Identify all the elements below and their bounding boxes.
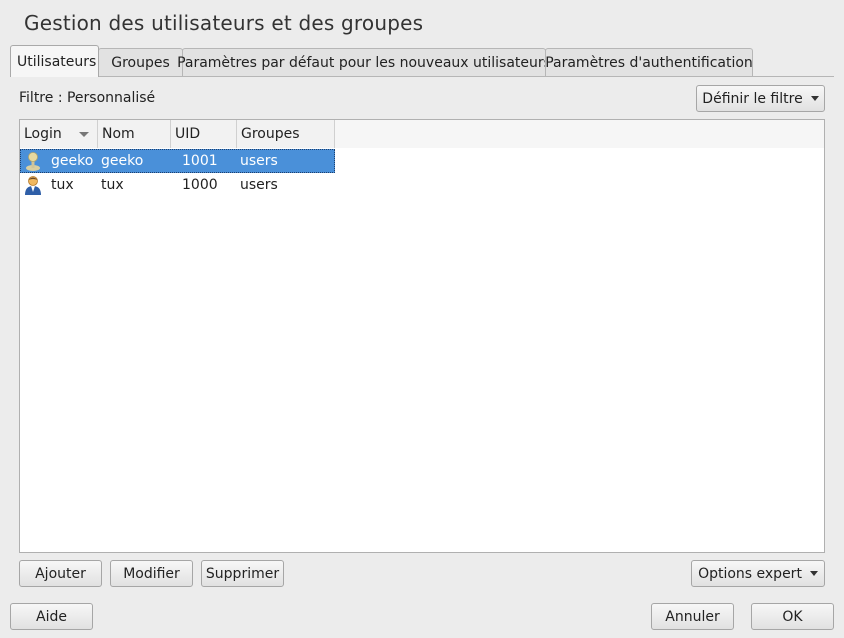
cell-login: tux <box>51 177 74 193</box>
column-header-uid-label: UID <box>175 126 201 142</box>
column-header-uid[interactable]: UID <box>171 120 237 148</box>
header-filler <box>335 120 824 148</box>
set-filter-label: Définir le filtre <box>702 90 803 107</box>
cell-name: tux <box>101 177 124 193</box>
column-header-name[interactable]: Nom <box>98 120 171 148</box>
tab-divider <box>10 76 834 77</box>
cell-uid: 1000 <box>182 177 218 193</box>
tab-users-label: Utilisateurs <box>17 53 97 70</box>
cell-name: geeko <box>101 153 144 169</box>
chevron-down-icon <box>810 96 819 101</box>
tab-bar: Utilisateurs Groupes Paramètres par défa… <box>10 45 753 77</box>
tab-groups[interactable]: Groupes <box>98 48 183 77</box>
help-label: Aide <box>36 608 67 625</box>
edit-user-button[interactable]: Modifier <box>110 560 193 587</box>
add-user-button[interactable]: Ajouter <box>19 560 102 587</box>
add-user-label: Ajouter <box>35 565 86 582</box>
cell-groups: users <box>240 177 278 193</box>
user-icon-geeko <box>26 152 40 171</box>
tab-authentication-settings[interactable]: Paramètres d'authentification <box>545 48 753 77</box>
tab-groups-label: Groupes <box>111 55 170 71</box>
column-header-groups-label: Groupes <box>241 126 300 142</box>
column-header-name-label: Nom <box>102 126 135 142</box>
edit-user-label: Modifier <box>123 565 180 582</box>
tab-new-user-defaults-label: Paramètres par défaut pour les nouveaux … <box>177 55 551 71</box>
set-filter-button[interactable]: Définir le filtre <box>696 85 825 112</box>
cancel-label: Annuler <box>665 608 720 625</box>
window-title: Gestion des utilisateurs et des groupes <box>24 11 424 35</box>
filter-label: Filtre : Personnalisé <box>19 90 156 106</box>
table-header: Login Nom UID Groupes <box>20 120 824 148</box>
delete-user-button[interactable]: Supprimer <box>201 560 284 587</box>
tab-new-user-defaults[interactable]: Paramètres par défaut pour les nouveaux … <box>177 48 551 77</box>
user-icon-tux <box>25 176 41 195</box>
column-header-login-label: Login <box>24 126 62 142</box>
help-button[interactable]: Aide <box>10 603 93 630</box>
chevron-down-icon <box>809 571 818 576</box>
users-table[interactable]: Login Nom UID Groupes geeko geeko 1001 u… <box>19 119 825 553</box>
column-header-groups[interactable]: Groupes <box>237 120 335 148</box>
cell-uid: 1001 <box>182 153 218 169</box>
column-header-login[interactable]: Login <box>20 120 98 148</box>
expert-options-label: Options expert <box>698 565 802 582</box>
sort-descending-icon <box>79 132 89 137</box>
table-row[interactable]: tux tux 1000 users <box>20 173 335 197</box>
tab-authentication-settings-label: Paramètres d'authentification <box>545 55 753 71</box>
cancel-button[interactable]: Annuler <box>651 603 734 630</box>
table-row[interactable]: geeko geeko 1001 users <box>20 149 335 173</box>
ok-label: OK <box>782 608 803 625</box>
cell-login: geeko <box>51 153 94 169</box>
tab-users[interactable]: Utilisateurs <box>10 45 99 77</box>
expert-options-button[interactable]: Options expert <box>691 560 825 587</box>
ok-button[interactable]: OK <box>751 603 834 630</box>
delete-user-label: Supprimer <box>205 565 280 582</box>
cell-groups: users <box>240 153 278 169</box>
